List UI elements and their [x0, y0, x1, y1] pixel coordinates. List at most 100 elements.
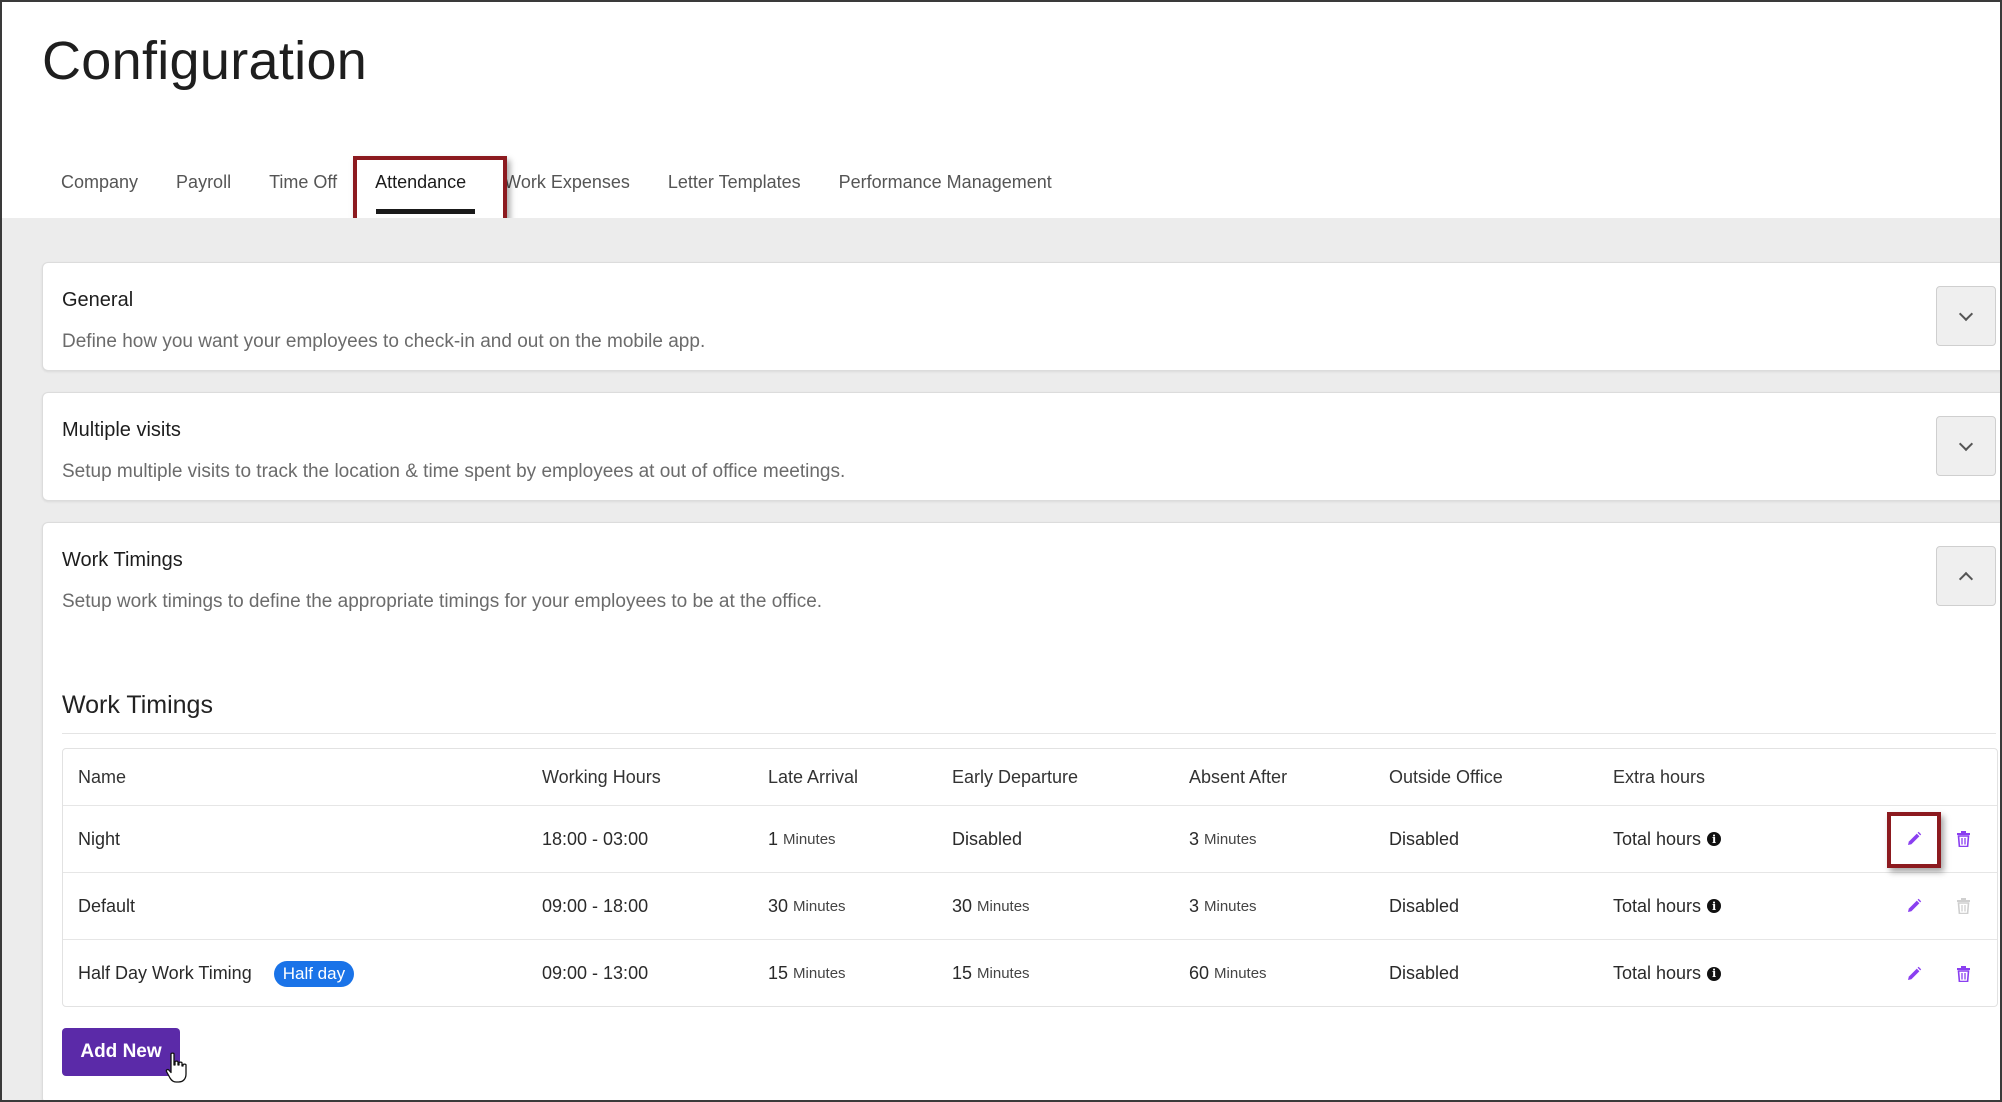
tab-performance-management[interactable]: Performance Management — [820, 152, 1071, 218]
general-expand-button[interactable] — [1936, 286, 1996, 346]
general-section: General Define how you want your employe… — [42, 262, 2000, 371]
delete-button-disabled — [1956, 873, 1971, 939]
row-name-text: Half Day Work Timing — [78, 963, 252, 983]
row-extra-hours: Total hours i — [1613, 940, 1722, 1007]
absent-after-unit: Minutes — [1214, 965, 1267, 982]
work-timings-description: Setup work timings to define the appropr… — [62, 591, 823, 612]
edit-button[interactable] — [1906, 940, 1922, 1007]
row-absent-after: 3 Minutes — [1189, 806, 1257, 872]
row-late-arrival: 1 Minutes — [768, 806, 836, 872]
late-arrival-unit: Minutes — [793, 897, 846, 915]
column-header-outside-office: Outside Office — [1389, 766, 1503, 787]
trash-icon — [1957, 965, 1970, 982]
tab-letter-templates[interactable]: Letter Templates — [649, 152, 820, 218]
late-arrival-value: 15 — [768, 963, 789, 983]
absent-after-value: 3 — [1189, 828, 1200, 849]
work-timings-collapse-button[interactable] — [1936, 546, 1996, 606]
absent-after-value: 3 — [1189, 895, 1200, 916]
trash-icon — [1957, 898, 1970, 914]
row-absent-after: 60 Minutes — [1189, 940, 1267, 1007]
absent-after-unit: Minutes — [1204, 897, 1257, 915]
column-header-working-hours: Working Hours — [542, 766, 661, 787]
multiple-visits-section: Multiple visits Setup multiple visits to… — [42, 392, 2000, 501]
config-tabs: Company Payroll Time Off Attendance Work… — [42, 152, 1071, 218]
page-title: Configuration — [42, 31, 368, 91]
tab-attendance[interactable]: Attendance — [356, 152, 485, 218]
row-working-hours: 18:00 - 03:00 — [542, 828, 649, 849]
page-header: Configuration Company Payroll Time Off A… — [2, 2, 2000, 246]
general-title: General — [62, 289, 134, 311]
work-timings-section: Work Timings Setup work timings to defin… — [42, 522, 2000, 1100]
work-timings-title: Work Timings — [62, 549, 183, 571]
absent-after-unit: Minutes — [1204, 830, 1257, 848]
tab-time-off[interactable]: Time Off — [250, 152, 356, 218]
extra-hours-value: Total hours — [1613, 963, 1702, 983]
early-departure-value: Disabled — [952, 828, 1023, 849]
trash-icon — [1957, 831, 1970, 847]
chevron-down-icon — [1958, 436, 1974, 451]
late-arrival-unit: Minutes — [783, 830, 836, 848]
row-name: Night — [78, 828, 121, 849]
delete-button[interactable] — [1956, 940, 1971, 1007]
row-outside-office: Disabled — [1389, 895, 1460, 916]
early-departure-value: 30 — [952, 895, 973, 916]
row-extra-hours: Total hours i — [1613, 806, 1722, 872]
tab-payroll[interactable]: Payroll — [157, 152, 250, 218]
work-timings-table: Name Working Hours Late Arrival Early De… — [62, 748, 1998, 1007]
row-late-arrival: 30 Minutes — [768, 873, 846, 939]
absent-after-value: 60 — [1189, 963, 1210, 983]
work-timings-heading: Work Timings — [62, 691, 213, 719]
app-window: Configuration Company Payroll Time Off A… — [0, 0, 2002, 1102]
table-header-row: Name Working Hours Late Arrival Early De… — [63, 749, 1997, 806]
multiple-visits-description: Setup multiple visits to track the locat… — [62, 461, 846, 482]
pencil-icon — [1908, 898, 1922, 912]
info-icon[interactable]: i — [1707, 832, 1722, 846]
late-arrival-value: 1 — [768, 828, 779, 849]
delete-button[interactable] — [1956, 806, 1971, 872]
column-header-absent-after: Absent After — [1189, 766, 1288, 787]
tab-work-expenses[interactable]: Work Expenses — [485, 152, 649, 218]
row-outside-office: Disabled — [1389, 828, 1460, 849]
row-name: Default — [78, 895, 136, 916]
early-departure-value: 15 — [952, 963, 973, 983]
info-icon[interactable]: i — [1707, 899, 1722, 913]
multiple-visits-title: Multiple visits — [62, 419, 181, 441]
general-description: Define how you want your employees to ch… — [62, 331, 706, 352]
half-day-badge: Half day — [273, 960, 355, 987]
row-early-departure: 30 Minutes — [952, 873, 1030, 939]
table-row: Night 18:00 - 03:00 1 Minutes Disabled 3M… — [63, 806, 1997, 873]
row-working-hours: 09:00 - 18:00 — [542, 895, 649, 916]
late-arrival-value: 30 — [768, 895, 789, 916]
extra-hours-value: Total hours — [1613, 828, 1702, 849]
tab-company[interactable]: Company — [42, 152, 157, 218]
row-working-hours: 09:00 - 13:00 — [542, 963, 649, 983]
row-outside-office: Disabled — [1389, 963, 1460, 983]
row-late-arrival: 15 Minutes — [768, 940, 846, 1007]
settings-content: General Define how you want your employe… — [2, 218, 2000, 1100]
row-absent-after: 3 Minutes — [1189, 873, 1257, 939]
row-early-departure: Disabled — [952, 806, 1022, 872]
table-row: Default 09:00 - 18:00 30 Minutes 30 Minute… — [63, 873, 1997, 940]
late-arrival-unit: Minutes — [793, 965, 846, 982]
chevron-down-icon — [1958, 306, 1974, 321]
table-row: Half Day Work Timing Half day 09:00 - 13:… — [63, 940, 1997, 1007]
column-header-name: Name — [78, 766, 127, 787]
add-new-button[interactable]: Add New — [62, 1028, 180, 1076]
edit-button[interactable] — [1906, 806, 1922, 872]
row-name: Half Day Work Timing Half day — [78, 940, 355, 1007]
early-departure-unit: Minutes — [977, 965, 1030, 982]
row-early-departure: 15 Minutes — [952, 940, 1030, 1007]
info-icon[interactable]: i — [1707, 966, 1722, 981]
pencil-icon — [1908, 966, 1922, 980]
chevron-up-icon — [1958, 571, 1974, 586]
column-header-extra-hours: Extra hours — [1613, 766, 1706, 787]
row-extra-hours: Total hours i — [1613, 873, 1722, 939]
column-header-early-departure: Early Departure — [952, 766, 1079, 787]
pencil-icon — [1908, 831, 1922, 845]
early-departure-unit: Minutes — [977, 897, 1030, 915]
edit-button[interactable] — [1906, 873, 1922, 939]
divider — [62, 733, 1996, 734]
extra-hours-value: Total hours — [1613, 895, 1702, 916]
column-header-late-arrival: Late Arrival — [768, 766, 859, 787]
multiple-visits-expand-button[interactable] — [1936, 416, 1996, 476]
